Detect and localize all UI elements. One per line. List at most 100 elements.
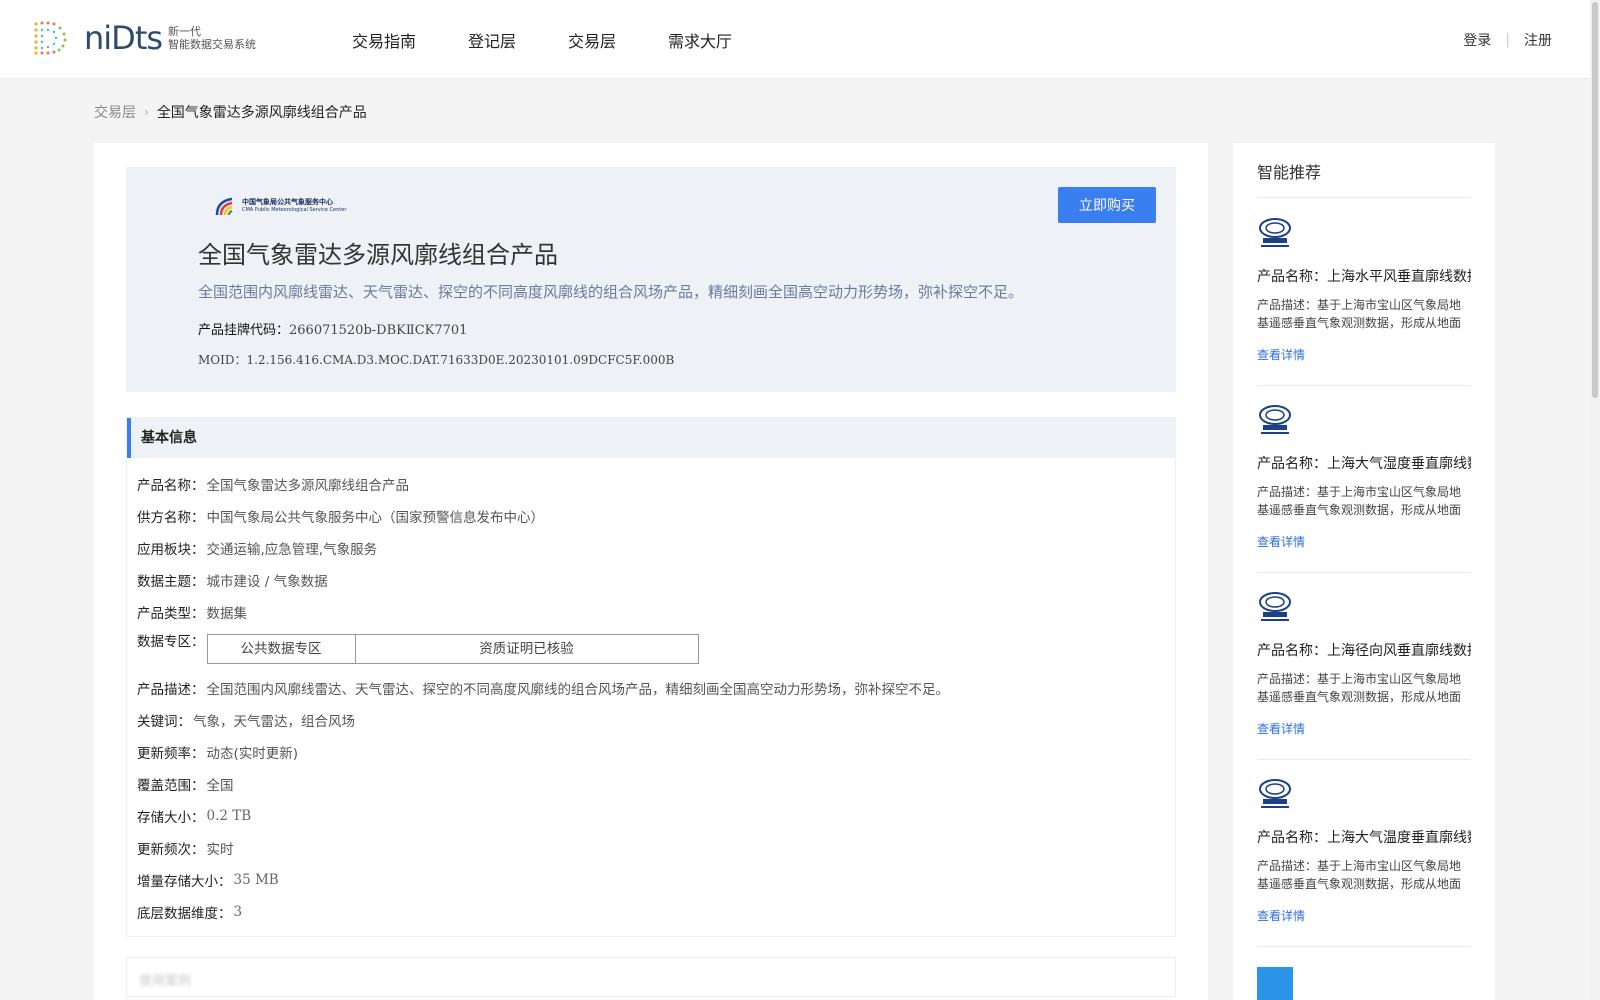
breadcrumb-current: 全国气象雷达多源风廓线组合产品 xyxy=(156,105,367,121)
qualification-cell: 资质证明已核验 xyxy=(479,641,574,657)
info-row-data-zone: 数据专区： 公共数据专区 资质证明已核验 xyxy=(137,628,1175,672)
logo-dots-icon xyxy=(34,21,67,55)
info-value: 全国气象雷达多源风廓线组合产品 xyxy=(206,478,410,494)
nav-item-registration-layer[interactable]: 登记层 xyxy=(468,28,516,52)
info-label: 产品类型： xyxy=(137,606,205,622)
info-row-description: 产品描述： 全国范围内风廓线雷达、天气雷达、探空的不同高度风廓线的组合风场产品，… xyxy=(137,672,1175,704)
nav-item-trading-guide[interactable]: 交易指南 xyxy=(352,28,416,52)
recommendation-desc: 产品描述：基于上海市宝山区气象局地基遥感垂直气象观测数据，形成从地面到高空的垂直… xyxy=(1257,672,1462,704)
nav-item-demand-hall[interactable]: 需求大厅 xyxy=(668,28,732,52)
logo-subtitle: 新一代 智能数据交易系统 xyxy=(168,25,256,51)
recommendation-desc: 产品描述：基于上海市宝山区气象局地基遥感垂直气象观测数据，形成从地面到高空的垂直… xyxy=(1257,859,1462,891)
nav-item-trading-layer[interactable]: 交易层 xyxy=(568,28,616,52)
next-section-header: 使用案例 xyxy=(126,957,1176,997)
info-label: 更新频率： xyxy=(137,746,205,762)
info-label: 增量存储大小： xyxy=(137,874,232,890)
recommendation-name: 产品名称：上海径向风垂直廓线数据 xyxy=(1257,643,1471,659)
recommendation-desc: 产品描述：基于上海市宝山区气象局地基遥感垂直气象观测数据，形成从地面到高空的垂直… xyxy=(1257,485,1462,517)
info-value: 数据集 xyxy=(206,606,248,622)
view-details-link[interactable]: 查看详情 xyxy=(1257,346,1305,363)
info-value: 全国范围内风廓线雷达、天气雷达、探空的不同高度风廓线的组合风场产品，精细刻画全国… xyxy=(206,682,950,698)
recommendation-card[interactable]: 产品名称：上海大气温度垂直廓线数据 产品描述：基于上海市宝山区气象局地基遥感垂直… xyxy=(1257,759,1471,947)
info-value: 实时 xyxy=(206,842,234,858)
logo-wordmark: niDts xyxy=(84,19,163,57)
supplier-logo: 中国气象局公共气象服务中心 CMA Public Meteorological … xyxy=(214,195,346,217)
view-details-link[interactable]: 查看详情 xyxy=(1257,907,1305,924)
info-row-dimensions: 底层数据维度： 3 xyxy=(137,896,1175,928)
info-label: 存储大小： xyxy=(137,810,205,826)
top-navigation-bar: niDts 新一代 智能数据交易系统 交易指南 登记层 交易层 需求大厅 登录 … xyxy=(0,0,1600,79)
breadcrumb: 交易层 › 全国气象雷达多源风廓线组合产品 xyxy=(94,102,367,122)
info-row-update-frequency: 更新频率： 动态(实时更新) xyxy=(137,736,1175,768)
moid-value: MOID：1.2.156.416.CMA.D3.MOC.DAT.71633D0E… xyxy=(198,353,675,367)
info-value: 交通运输,应急管理,气象服务 xyxy=(206,542,378,558)
sidebar-title: 智能推荐 xyxy=(1257,163,1322,182)
buy-now-button[interactable]: 立即购买 xyxy=(1058,187,1156,223)
supplier-logo-text: 中国气象局公共气象服务中心 CMA Public Meteorological … xyxy=(242,198,346,214)
logo-subtitle-line-2: 智能数据交易系统 xyxy=(168,38,257,51)
info-row-product-name: 产品名称： 全国气象雷达多源风廓线组合产品 xyxy=(137,468,1175,500)
info-label: 更新频次： xyxy=(137,842,205,858)
info-value: 全国 xyxy=(206,778,234,794)
view-details-link[interactable]: 查看详情 xyxy=(1257,720,1305,737)
recommendation-sidebar: 智能推荐 产品名称：上海水平风垂直廓线数据 产品描述：基于上海市宝山区气象局地基… xyxy=(1233,143,1495,1000)
basic-info-rows: 产品名称： 全国气象雷达多源风廓线组合产品 供方名称： 中国气象局公共气象服务中… xyxy=(127,458,1175,928)
info-row-storage-size: 存储大小： 0.2 TB xyxy=(137,800,1175,832)
listing-code-value: 266071520b-DBKⅡCK7701 xyxy=(289,323,468,338)
info-label: 数据专区： xyxy=(137,634,205,650)
info-row-product-type: 产品类型： 数据集 xyxy=(137,596,1175,628)
product-summary: 全国范围内风廓线雷达、天气雷达、探空的不同高度风廓线的组合风场产品，精细刻画全国… xyxy=(198,283,1024,301)
info-value: 35 MB xyxy=(233,872,279,888)
auth-separator: | xyxy=(1505,32,1510,48)
site-logo[interactable]: niDts 新一代 智能数据交易系统 xyxy=(30,20,256,56)
info-label: 关键词： xyxy=(137,714,191,730)
product-detail-panel: 中国气象局公共气象服务中心 CMA Public Meteorological … xyxy=(94,143,1208,1000)
breadcrumb-parent-link[interactable]: 交易层 xyxy=(94,102,136,122)
info-label: 数据主题： xyxy=(137,574,205,590)
info-value: 3 xyxy=(233,904,243,920)
next-section-title: 使用案例 xyxy=(139,974,192,989)
info-label: 产品描述： xyxy=(137,682,205,698)
page-scrollbar[interactable] xyxy=(1590,0,1600,1000)
listing-code-label: 产品挂牌代码： xyxy=(198,323,290,338)
info-label: 供方名称： xyxy=(137,510,205,526)
info-row-keywords: 关键词： 气象，天气雷达，组合风场 xyxy=(137,704,1175,736)
register-link[interactable]: 注册 xyxy=(1524,30,1552,50)
recommendation-name: 产品名称：上海水平风垂直廓线数据 xyxy=(1257,269,1471,285)
product-thumbnail-icon xyxy=(1259,218,1291,247)
info-value: 气象，天气雷达，组合风场 xyxy=(193,714,355,730)
supplier-logo-line-1: 中国气象局公共气象服务中心 xyxy=(242,198,333,206)
cma-logo-icon xyxy=(215,197,233,216)
data-zone-table: 公共数据专区 资质证明已核验 xyxy=(206,634,699,664)
product-title: 全国气象雷达多源风廓线组合产品 xyxy=(198,241,558,269)
data-zone-cell: 公共数据专区 xyxy=(208,635,356,663)
recommendation-desc: 产品描述：基于上海市宝山区气象局地基遥感垂直气象观测数据，形成从地面到高空的垂直… xyxy=(1257,298,1462,330)
logo-subtitle-line-1: 新一代 xyxy=(168,25,202,38)
recommendation-card[interactable]: 产品名称：上海水平风垂直廓线数据 产品描述：基于上海市宝山区气象局地基遥感垂直气… xyxy=(1257,198,1471,386)
login-link[interactable]: 登录 xyxy=(1463,30,1491,50)
info-value: 动态(实时更新) xyxy=(206,746,299,762)
info-row-coverage: 覆盖范围： 全国 xyxy=(137,768,1175,800)
info-row-incremental-size: 增量存储大小： 35 MB xyxy=(137,864,1175,896)
product-hero: 中国气象局公共气象服务中心 CMA Public Meteorological … xyxy=(126,167,1176,392)
supplier-logo-line-2: CMA Public Meteorological Service Center xyxy=(242,207,347,213)
basic-info-heading: 基本信息 xyxy=(127,418,1175,458)
recommendation-card[interactable]: 产品名称：上海大气湿度垂直廓线数据 产品描述：基于上海市宝山区气象局地基遥感垂直… xyxy=(1257,385,1471,573)
product-thumbnail-icon xyxy=(1259,405,1291,434)
scrollbar-thumb[interactable] xyxy=(1592,2,1598,398)
info-value: 城市建设 / 气象数据 xyxy=(206,574,328,590)
info-row-theme: 数据主题： 城市建设 / 气象数据 xyxy=(137,564,1175,596)
info-row-supplier: 供方名称： 中国气象局公共气象服务中心（国家预警信息发布中心） xyxy=(137,500,1175,532)
view-details-link[interactable]: 查看详情 xyxy=(1257,533,1305,550)
breadcrumb-chevron-icon: › xyxy=(144,105,149,119)
basic-info-section: 基本信息 产品名称： 全国气象雷达多源风廓线组合产品 供方名称： 中国气象局公共… xyxy=(126,417,1176,937)
recommendation-card[interactable]: 产品名称：上海径向风垂直廓线数据 产品描述：基于上海市宝山区气象局地基遥感垂直气… xyxy=(1257,572,1471,760)
product-thumbnail-icon[interactable] xyxy=(1257,967,1293,1000)
product-thumbnail-icon xyxy=(1259,779,1291,808)
info-value: 0.2 TB xyxy=(206,808,252,824)
auth-links: 登录 | 注册 xyxy=(1463,30,1552,50)
product-thumbnail-icon xyxy=(1259,592,1291,621)
info-label: 应用板块： xyxy=(137,542,205,558)
info-row-sector: 应用板块： 交通运输,应急管理,气象服务 xyxy=(137,532,1175,564)
info-label: 产品名称： xyxy=(137,478,205,494)
